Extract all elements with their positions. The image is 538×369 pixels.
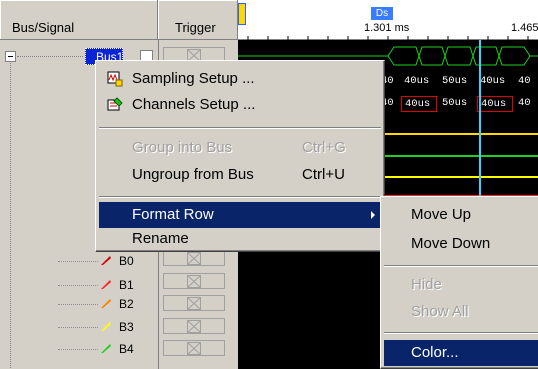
menu-item-hide: Hide — [384, 272, 538, 298]
ruler-ticks — [247, 36, 529, 40]
menu-separator — [99, 196, 381, 198]
tree-dash — [58, 349, 98, 350]
trigger-cell[interactable] — [163, 250, 225, 266]
signal-row[interactable]: B4 — [0, 340, 158, 358]
signal-name: B2 — [119, 297, 134, 311]
value-cell: 40 — [518, 75, 531, 87]
tree-dash — [58, 261, 98, 262]
bus-signal-header-label: Bus/Signal — [12, 20, 75, 35]
bus-signal-column-header[interactable]: Bus/Signal — [0, 0, 158, 40]
menu-item-shortcut: Ctrl+U — [302, 166, 345, 183]
trigger-cell[interactable] — [163, 273, 225, 289]
value-cell: 40 — [518, 97, 531, 109]
tree-dash — [58, 285, 98, 286]
probe-icon — [101, 344, 111, 353]
tree-dash — [17, 56, 83, 57]
value-row: 40 40us 50us 40us 40 — [378, 96, 538, 112]
probe-icon — [101, 299, 111, 308]
menu-item-label: Move Up — [411, 206, 472, 223]
menu-item-channels-setup[interactable]: Channels Setup ... — [99, 92, 381, 118]
menu-item-group-into-bus: Group into Bus Ctrl+G — [99, 135, 381, 161]
menu-item-label: Channels Setup ... — [132, 96, 256, 113]
menu-item-label: Format Row — [132, 206, 214, 223]
probe-icon — [101, 322, 111, 331]
value-row: 40 40us 50us 40us 40 — [378, 74, 538, 90]
signal-waveform — [378, 155, 538, 157]
menu-item-label: Sampling Setup ... — [132, 70, 255, 87]
signal-row[interactable]: B2 — [0, 295, 158, 313]
signal-name: B3 — [119, 320, 134, 334]
trigger-cell[interactable] — [163, 340, 225, 356]
format-row-submenu: Move Up Move Down Hide Show All Color... — [380, 196, 538, 369]
submenu-arrow-icon — [371, 211, 375, 219]
signal-name: B4 — [119, 342, 134, 356]
menu-separator — [99, 127, 381, 129]
cursor-tag[interactable]: Ds — [371, 7, 393, 20]
menu-item-color[interactable]: Color... — [384, 340, 538, 366]
menu-item-show-all: Show All — [384, 299, 538, 325]
menu-item-move-down[interactable]: Move Down — [384, 231, 538, 257]
trigger-x-icon — [187, 252, 201, 265]
value-cell: 40us — [477, 96, 513, 112]
tree-dash — [58, 327, 98, 328]
value-cell: 40us — [404, 75, 430, 87]
value-cell: 50us — [442, 97, 468, 109]
signal-waveform — [378, 176, 538, 178]
menu-item-label: Color... — [411, 344, 459, 361]
value-cell: 40us — [480, 75, 506, 87]
trigger-column-header[interactable]: Trigger — [158, 0, 238, 40]
menu-item-format-row[interactable]: Format Row — [99, 202, 381, 228]
signal-name: B0 — [119, 254, 134, 268]
menu-item-move-up[interactable]: Move Up — [384, 202, 538, 228]
context-menu: Sampling Setup ... Channels Setup ... Gr… — [95, 60, 385, 252]
probe-icon — [101, 256, 111, 265]
trigger-cell[interactable] — [163, 295, 225, 311]
channels-setup-icon — [107, 97, 123, 111]
signal-name: B1 — [119, 278, 134, 292]
signal-waveform — [378, 133, 538, 135]
trigger-x-icon — [187, 275, 201, 288]
menu-item-sampling-setup[interactable]: Sampling Setup ... — [99, 66, 381, 92]
start-marker[interactable] — [238, 3, 246, 25]
probe-icon — [101, 280, 111, 289]
signal-row[interactable]: B3 — [0, 318, 158, 336]
menu-item-label: Hide — [411, 276, 442, 293]
collapse-icon[interactable] — [5, 51, 16, 62]
value-cell: 50us — [442, 75, 468, 87]
signal-row[interactable]: B1 — [0, 276, 158, 294]
timeline-ruler[interactable]: Ds 1.301 ms 1.465 — [238, 0, 538, 40]
menu-separator — [384, 265, 538, 267]
menu-item-label: Ungroup from Bus — [132, 166, 254, 183]
trigger-header-label: Trigger — [175, 20, 216, 35]
menu-item-label: Group into Bus — [132, 139, 233, 156]
trigger-x-icon — [187, 320, 201, 333]
trigger-x-icon — [187, 342, 201, 355]
signal-row[interactable]: B0 — [0, 252, 158, 270]
menu-item-label: Rename — [132, 230, 189, 247]
sampling-setup-icon — [107, 71, 123, 87]
menu-item-rename[interactable]: Rename — [99, 226, 381, 252]
menu-item-label: Move Down — [411, 235, 491, 252]
trigger-x-icon — [187, 297, 201, 310]
menu-item-shortcut: Ctrl+G — [302, 139, 346, 156]
tree-dash — [58, 304, 98, 305]
menu-separator — [384, 332, 538, 334]
trigger-cell[interactable] — [163, 318, 225, 334]
menu-item-ungroup-from-bus[interactable]: Ungroup from Bus Ctrl+U — [99, 162, 381, 188]
menu-item-label: Show All — [411, 303, 469, 320]
value-cell: 40us — [401, 96, 437, 112]
